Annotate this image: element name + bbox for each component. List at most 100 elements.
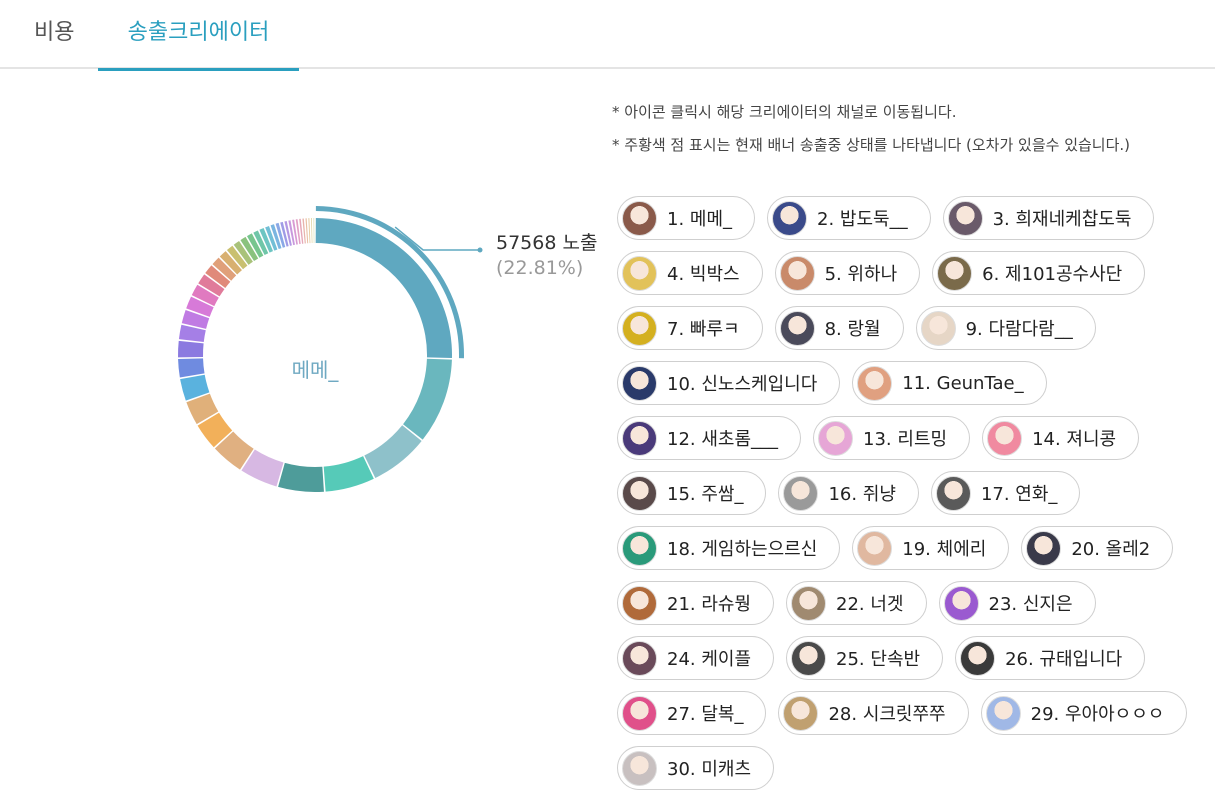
pie-slice[interactable] [403, 358, 452, 440]
creator-avatar-icon[interactable] [622, 310, 657, 346]
creator-label: 22. 너겟 [836, 594, 904, 615]
creator-avatar-icon[interactable] [791, 640, 827, 676]
creator-chip[interactable]: 5. 위하나 [774, 251, 921, 295]
creator-avatar-icon[interactable] [622, 640, 657, 676]
pie-slice[interactable] [178, 358, 205, 378]
creator-chip[interactable]: 16. 쥐냥 [778, 471, 919, 515]
creator-label: 26. 규태입니다 [1005, 649, 1123, 670]
creator-avatar-icon[interactable] [987, 420, 1023, 456]
creator-label: 25. 단속반 [836, 649, 921, 670]
creator-avatar-icon[interactable] [1026, 530, 1062, 566]
creator-avatar-icon[interactable] [622, 475, 657, 511]
note-line: * 주황색 점 표시는 현재 배너 송출중 상태를 나타냅니다 (오차가 있을수… [612, 136, 1131, 154]
creator-avatar-icon[interactable] [622, 365, 657, 401]
creator-list: 1. 메메_ 2. 밥도둑__ 3. 희재네케찹도둑 4. 빅박스 5. 위하나 6. 제… [617, 196, 1212, 790]
creator-chip[interactable]: 8. 랑월 [774, 306, 904, 350]
creator-chip[interactable]: 12. 새초롬___ [617, 416, 802, 460]
creator-label: 15. 주쌈_ [667, 484, 744, 505]
creator-avatar-icon[interactable] [943, 585, 979, 621]
pie-slice[interactable] [323, 456, 374, 492]
creator-avatar-icon[interactable] [622, 255, 657, 291]
creator-label: 11. GeunTae_ [902, 372, 1024, 394]
creator-chip[interactable]: 25. 단속반 [786, 636, 944, 680]
creator-chip[interactable]: 30. 미캐츠 [617, 746, 775, 790]
creator-avatar-icon[interactable] [935, 475, 971, 511]
creator-chip[interactable]: 19. 체에리 [852, 526, 1010, 570]
creator-chip[interactable]: 15. 주쌈_ [617, 471, 767, 515]
creator-chip[interactable]: 28. 시크릿쭈쭈 [778, 691, 969, 735]
creator-chip[interactable]: 9. 다람다람__ [915, 306, 1096, 350]
tab-cost[interactable]: 비용 [34, 0, 74, 69]
creator-label: 12. 새초롬___ [667, 429, 779, 450]
creator-chip[interactable]: 17. 연화_ [930, 471, 1081, 515]
creator-chip[interactable]: 1. 메메_ [617, 196, 756, 240]
creator-avatar-icon[interactable] [783, 475, 819, 511]
creator-avatar-icon[interactable] [622, 420, 657, 456]
creator-label: 2. 밥도둑__ [817, 209, 908, 230]
creator-avatar-icon[interactable] [791, 585, 827, 621]
creator-chip[interactable]: 18. 게임하는으르신 [617, 526, 841, 570]
creator-chip[interactable]: 21. 라슈뭥 [617, 581, 775, 625]
creator-avatar-icon[interactable] [920, 310, 956, 346]
pie-slice[interactable] [308, 218, 311, 244]
creator-label: 29. 우아아ㅇㅇㅇ [1030, 704, 1165, 725]
creator-chip[interactable]: 7. 빠루ㅋ [617, 306, 763, 350]
creator-avatar-icon[interactable] [622, 695, 657, 731]
creator-avatar-icon[interactable] [622, 750, 657, 786]
creator-chip[interactable]: 24. 케이플 [617, 636, 775, 680]
creator-chip[interactable]: 10. 신노스케입니다 [617, 361, 841, 405]
creator-chip[interactable]: 14. 져니콩 [982, 416, 1140, 460]
creator-avatar-icon[interactable] [779, 310, 815, 346]
creator-avatar-icon[interactable] [818, 420, 854, 456]
creator-avatar-icon[interactable] [937, 255, 973, 291]
creator-label: 21. 라슈뭥 [667, 594, 752, 615]
creator-chip[interactable]: 3. 희재네케찹도둑 [942, 196, 1155, 240]
pie-slice[interactable] [313, 218, 315, 244]
tab-creators[interactable]: 송출크리에이터 [98, 0, 299, 71]
creator-avatar-icon[interactable] [960, 640, 996, 676]
notes: * 아이콘 클릭시 해당 크리에이터의 채널로 이동됩니다. * 주황색 점 표… [612, 96, 1202, 162]
creator-chip[interactable]: 13. 리트밍 [813, 416, 971, 460]
creator-chip[interactable]: 2. 밥도둑__ [767, 196, 931, 240]
creator-avatar-icon[interactable] [857, 365, 893, 401]
creator-avatar-icon[interactable] [779, 255, 815, 291]
creator-chip[interactable]: 26. 규태입니다 [955, 636, 1146, 680]
creator-label: 20. 올레2 [1071, 539, 1151, 560]
creator-chip[interactable]: 29. 우아아ㅇㅇㅇ [980, 691, 1188, 735]
creator-chip[interactable]: 20. 올레2 [1021, 526, 1174, 570]
creator-label: 23. 신지은 [988, 594, 1073, 615]
creator-label: 7. 빠루ㅋ [667, 319, 740, 340]
creator-label: 3. 희재네케찹도둑 [992, 209, 1132, 230]
creator-label: 16. 쥐냥 [828, 484, 896, 505]
creator-label: 27. 달복_ [667, 704, 744, 725]
creator-chip[interactable]: 23. 신지은 [938, 581, 1096, 625]
creator-label: 5. 위하나 [824, 264, 898, 285]
creator-label: 4. 빅박스 [667, 264, 740, 285]
creator-label: 9. 다람다람__ [965, 319, 1073, 340]
creator-label: 8. 랑월 [824, 319, 881, 340]
tab-bar: 비용 송출크리에이터 [0, 0, 1215, 71]
pie-slice[interactable] [178, 340, 204, 358]
creator-chip[interactable]: 4. 빅박스 [617, 251, 763, 295]
creator-chip[interactable]: 27. 달복_ [617, 691, 767, 735]
creator-avatar-icon[interactable] [947, 200, 983, 236]
creator-avatar-icon[interactable] [985, 695, 1021, 731]
creator-label: 17. 연화_ [980, 484, 1058, 505]
creator-chip[interactable]: 22. 너겟 [786, 581, 927, 625]
creator-avatar-icon[interactable] [622, 200, 657, 236]
creator-avatar-icon[interactable] [622, 585, 657, 621]
pie-slice[interactable] [278, 462, 324, 492]
pie-slice[interactable] [305, 218, 309, 244]
pie-slice[interactable] [315, 218, 452, 358]
creator-avatar-icon[interactable] [772, 200, 808, 236]
creator-avatar-icon[interactable] [857, 530, 893, 566]
creator-label: 19. 체에리 [902, 539, 987, 560]
pie-slice[interactable] [311, 218, 313, 244]
note-line: * 아이콘 클릭시 해당 크리에이터의 채널로 이동됩니다. [612, 103, 957, 121]
creator-avatar-icon[interactable] [622, 530, 657, 566]
chart-callout: 57568 노출 (22.81%) [496, 228, 597, 279]
creator-chip[interactable]: 6. 제101공수사단 [932, 251, 1146, 295]
creator-avatar-icon[interactable] [783, 695, 819, 731]
creator-chip[interactable]: 11. GeunTae_ [852, 361, 1047, 405]
pie-slice[interactable] [364, 425, 422, 479]
